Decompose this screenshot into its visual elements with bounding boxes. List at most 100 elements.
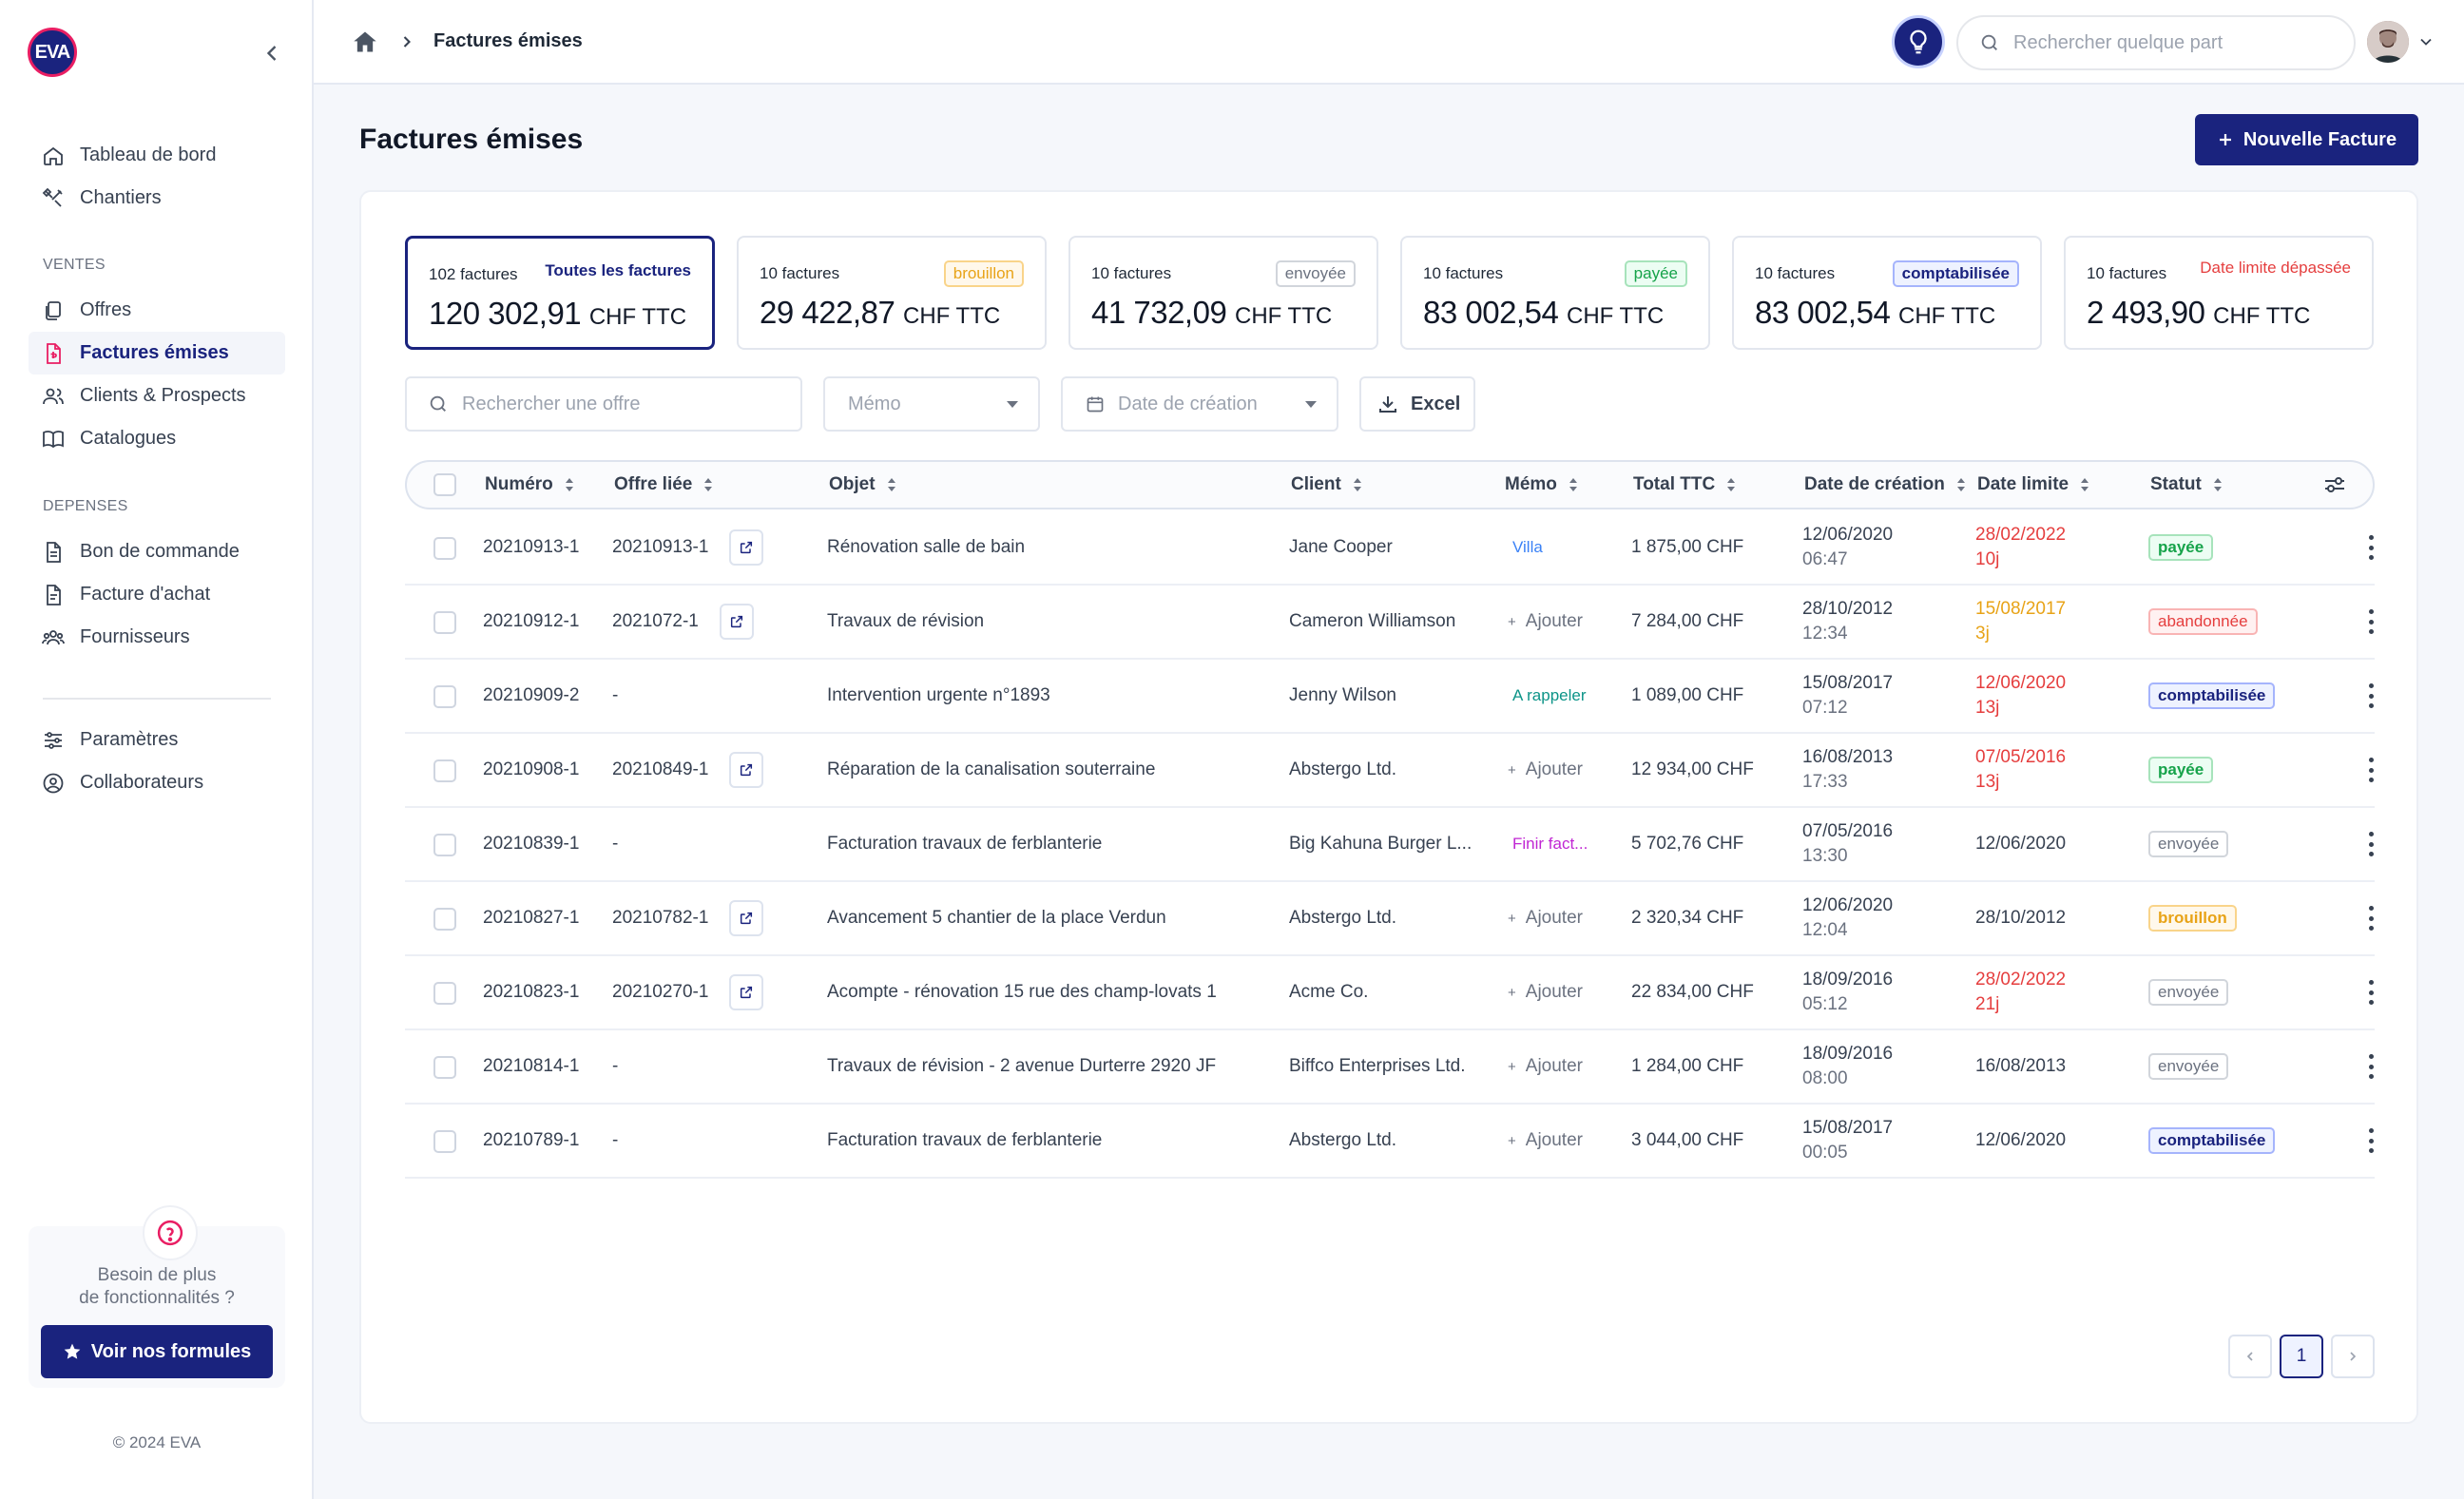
row-checkbox[interactable]	[433, 908, 456, 931]
pagination-next[interactable]	[2331, 1335, 2375, 1378]
linked-offer[interactable]: 20210849-1	[612, 759, 708, 780]
column-settings-icon[interactable]	[2323, 474, 2346, 495]
invoice-number[interactable]: 20210909-2	[483, 685, 579, 706]
row-checkbox[interactable]	[433, 982, 456, 1005]
open-offer-button[interactable]	[729, 974, 763, 1010]
sidebar-item-catalogues[interactable]: Catalogues	[29, 417, 285, 460]
stat-card-payee[interactable]: 10 factures payée 83 002,54 CHF TTC	[1400, 236, 1710, 350]
client-name[interactable]: Jane Cooper	[1289, 537, 1393, 558]
invoice-number[interactable]: 20210912-1	[483, 611, 579, 632]
open-offer-button[interactable]	[729, 900, 763, 936]
linked-offer[interactable]: 20210270-1	[612, 982, 708, 1003]
app-logo[interactable]: EVA	[28, 28, 77, 77]
sidebar-item-bon-de-commande[interactable]: Bon de commande	[29, 530, 285, 573]
row-checkbox[interactable]	[433, 1130, 456, 1153]
sidebar-item-facture-achat[interactable]: Facture d'achat	[29, 573, 285, 616]
open-offer-button[interactable]	[729, 752, 763, 788]
invoice-number[interactable]: 20210913-1	[483, 537, 579, 558]
column-header-offre-liee[interactable]: Offre liée	[614, 474, 713, 495]
client-name[interactable]: Cameron Williamson	[1289, 611, 1455, 632]
pagination-page[interactable]: 1	[2280, 1335, 2323, 1378]
sidebar-item-tableau-de-bord[interactable]: Tableau de bord	[29, 134, 285, 177]
sidebar-item-factures-emises[interactable]: Factures émises	[29, 332, 285, 375]
row-checkbox[interactable]	[433, 611, 456, 634]
select-all-checkbox[interactable]	[433, 473, 456, 496]
stat-card-brouillon[interactable]: 10 factures brouillon 29 422,87 CHF TTC	[737, 236, 1047, 350]
linked-offer[interactable]: 2021072-1	[612, 611, 699, 632]
sidebar-item-parametres[interactable]: Paramètres	[29, 719, 285, 761]
row-actions-menu-icon[interactable]	[2367, 980, 2375, 1005]
client-name[interactable]: Jenny Wilson	[1289, 685, 1396, 706]
row-actions-menu-icon[interactable]	[2367, 535, 2375, 560]
memo-select[interactable]: Mémo	[823, 376, 1040, 432]
invoice-number[interactable]: 20210823-1	[483, 982, 579, 1003]
ideas-button[interactable]	[1892, 15, 1945, 68]
client-name[interactable]: Acme Co.	[1289, 982, 1368, 1003]
table-row[interactable]: 20210912-1 2021072-1 Travaux de révision…	[405, 586, 2375, 660]
sidebar-item-fournisseurs[interactable]: Fournisseurs	[29, 616, 285, 659]
client-name[interactable]: Abstergo Ltd.	[1289, 1130, 1396, 1151]
column-header-total[interactable]: Total TTC	[1633, 474, 1736, 495]
row-actions-menu-icon[interactable]	[2367, 758, 2375, 782]
user-avatar[interactable]	[2367, 21, 2409, 63]
table-row[interactable]: 20210839-1 - Facturation travaux de ferb…	[405, 808, 2375, 882]
client-name[interactable]: Biffco Enterprises Ltd.	[1289, 1056, 1466, 1077]
linked-offer[interactable]: 20210913-1	[612, 537, 708, 558]
chevron-down-icon[interactable]	[2416, 32, 2435, 51]
offer-search-input[interactable]: Rechercher une offre	[405, 376, 802, 432]
excel-export-button[interactable]: Excel	[1359, 376, 1475, 432]
memo-tag[interactable]: Finir fact...	[1512, 835, 1588, 854]
stat-card-all[interactable]: 102 factures Toutes les factures 120 302…	[405, 236, 715, 350]
sidebar-item-offres[interactable]: Offres	[29, 289, 285, 332]
memo-add[interactable]: + Ajouter	[1508, 759, 1583, 780]
row-checkbox[interactable]	[433, 834, 456, 856]
column-header-statut[interactable]: Statut	[2150, 474, 2223, 495]
column-header-date-limite[interactable]: Date limite	[1977, 474, 2089, 495]
row-actions-menu-icon[interactable]	[2367, 1128, 2375, 1153]
open-offer-button[interactable]	[729, 529, 763, 566]
global-search-input[interactable]: Rechercher quelque part	[1956, 15, 2356, 70]
sidebar-item-collaborateurs[interactable]: Collaborateurs	[29, 761, 285, 804]
stat-card-envoyee[interactable]: 10 factures envoyée 41 732,09 CHF TTC	[1068, 236, 1378, 350]
home-icon[interactable]	[352, 29, 378, 55]
table-row[interactable]: 20210789-1 - Facturation travaux de ferb…	[405, 1105, 2375, 1179]
memo-tag[interactable]: Villa	[1512, 538, 1543, 557]
invoice-number[interactable]: 20210814-1	[483, 1056, 579, 1077]
invoice-number[interactable]: 20210839-1	[483, 834, 579, 855]
row-checkbox[interactable]	[433, 685, 456, 708]
table-row[interactable]: 20210908-1 20210849-1 Réparation de la c…	[405, 734, 2375, 808]
column-header-objet[interactable]: Objet	[829, 474, 896, 495]
sidebar-item-clients-prospects[interactable]: Clients & Prospects	[29, 375, 285, 417]
row-checkbox[interactable]	[433, 537, 456, 560]
memo-add[interactable]: + Ajouter	[1508, 982, 1583, 1003]
pagination-previous[interactable]	[2228, 1335, 2272, 1378]
table-row[interactable]: 20210909-2 - Intervention urgente n°1893…	[405, 660, 2375, 734]
column-header-client[interactable]: Client	[1291, 474, 1362, 495]
invoice-number[interactable]: 20210789-1	[483, 1130, 579, 1151]
client-name[interactable]: Big Kahuna Burger L...	[1289, 834, 1472, 855]
linked-offer[interactable]: 20210782-1	[612, 908, 708, 929]
open-offer-button[interactable]	[719, 604, 754, 640]
client-name[interactable]: Abstergo Ltd.	[1289, 759, 1396, 780]
row-actions-menu-icon[interactable]	[2367, 1054, 2375, 1079]
row-actions-menu-icon[interactable]	[2367, 906, 2375, 931]
table-row[interactable]: 20210823-1 20210270-1 Acompte - rénovati…	[405, 956, 2375, 1030]
sidebar-item-chantiers[interactable]: Chantiers	[29, 177, 285, 220]
invoice-number[interactable]: 20210827-1	[483, 908, 579, 929]
row-checkbox[interactable]	[433, 1056, 456, 1079]
voir-formules-button[interactable]: Voir nos formules	[41, 1325, 273, 1378]
client-name[interactable]: Abstergo Ltd.	[1289, 908, 1396, 929]
memo-add[interactable]: + Ajouter	[1508, 908, 1583, 929]
memo-tag[interactable]: A rappeler	[1512, 686, 1587, 705]
column-header-date-creation[interactable]: Date de création	[1804, 474, 1966, 495]
row-checkbox[interactable]	[433, 759, 456, 782]
column-header-memo[interactable]: Mémo	[1505, 474, 1578, 495]
nouvelle-facture-button[interactable]: Nouvelle Facture	[2195, 114, 2418, 165]
table-row[interactable]: 20210827-1 20210782-1 Avancement 5 chant…	[405, 882, 2375, 956]
memo-add[interactable]: + Ajouter	[1508, 611, 1583, 632]
invoice-number[interactable]: 20210908-1	[483, 759, 579, 780]
table-row[interactable]: 20210814-1 - Travaux de révision - 2 ave…	[405, 1030, 2375, 1105]
memo-add[interactable]: + Ajouter	[1508, 1056, 1583, 1077]
row-actions-menu-icon[interactable]	[2367, 609, 2375, 634]
collapse-sidebar-icon[interactable]	[259, 40, 285, 67]
